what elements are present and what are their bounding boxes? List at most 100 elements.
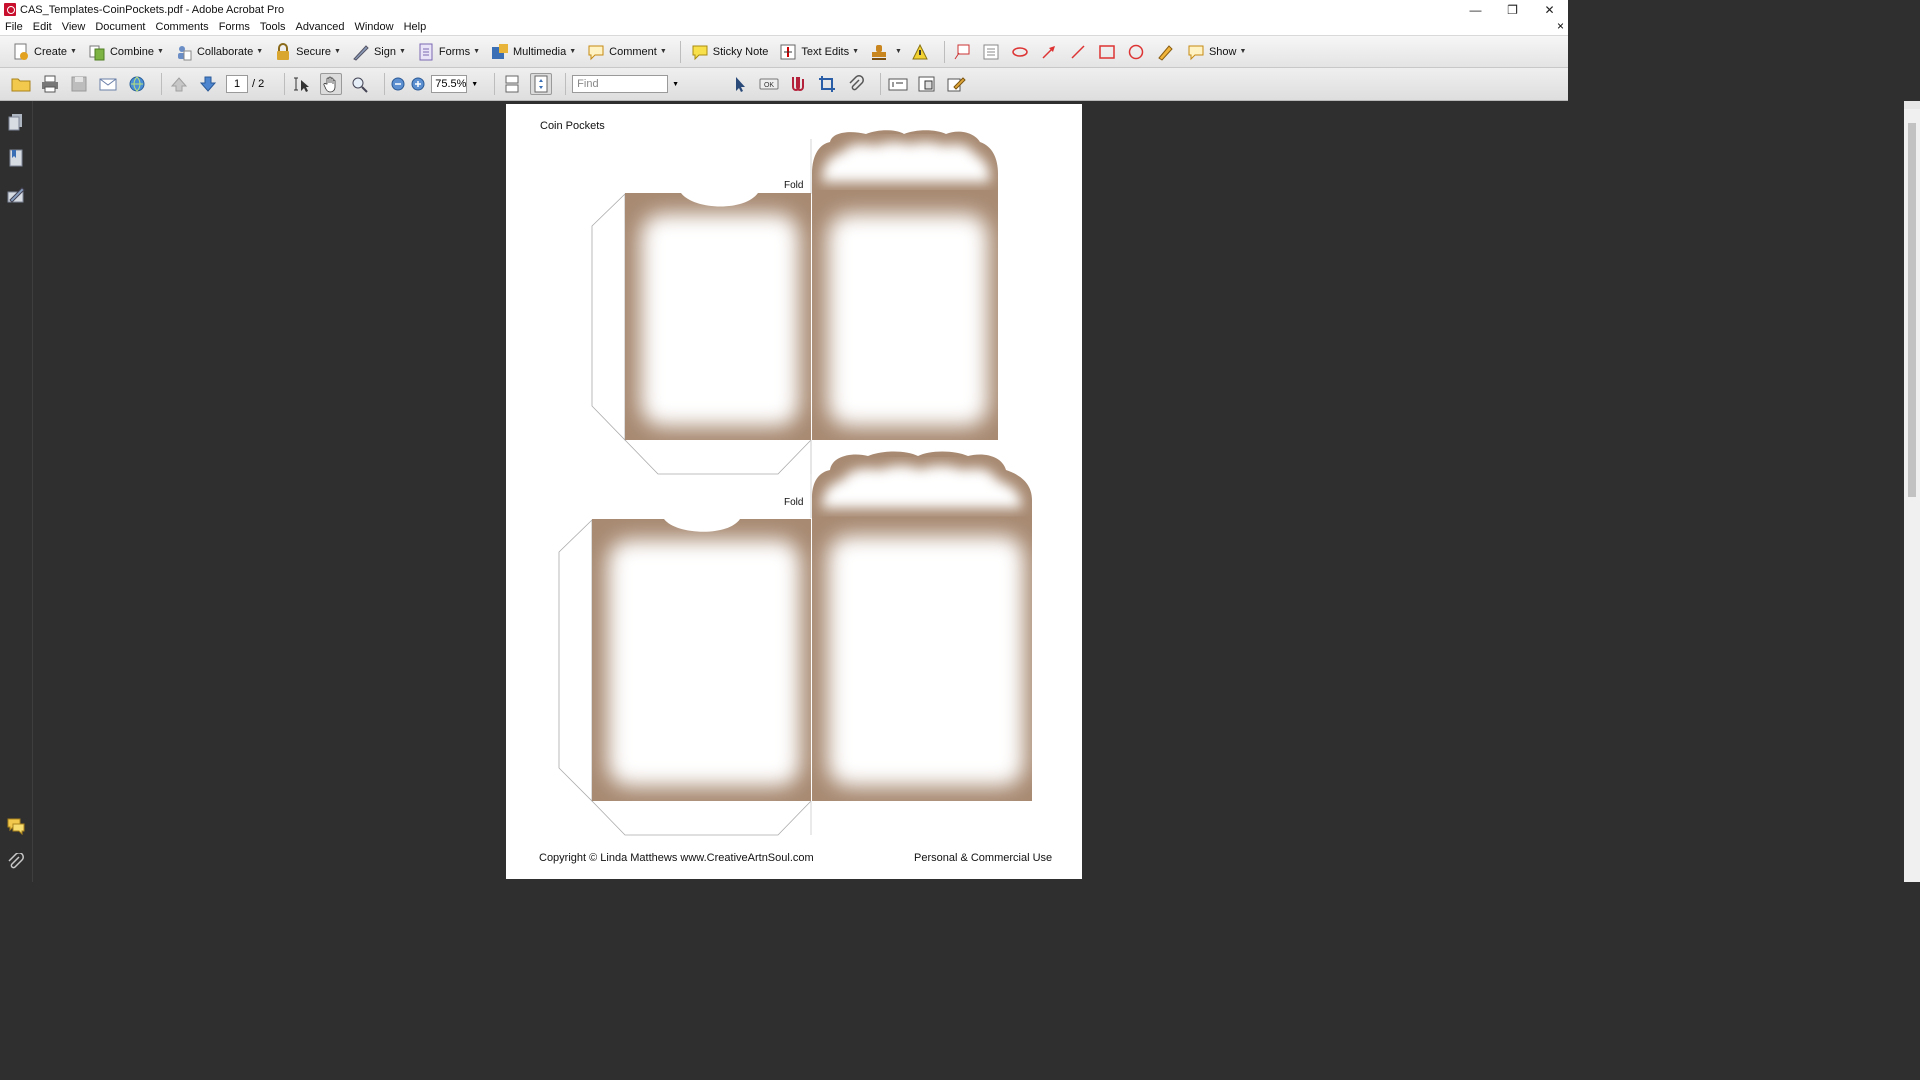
signatures-panel-button[interactable]: [7, 186, 25, 204]
fit-page-button[interactable]: [530, 73, 553, 95]
menu-forms[interactable]: Forms: [214, 21, 255, 33]
attachments-panel-button[interactable]: [7, 853, 25, 871]
comment-button[interactable]: Comment ▼: [583, 40, 671, 64]
zoom-in-button[interactable]: [411, 73, 425, 95]
cloud-tool-button[interactable]: [1009, 41, 1031, 63]
open-button[interactable]: [10, 73, 32, 95]
collaborate-icon: [175, 43, 193, 61]
show-label: Show: [1208, 45, 1237, 58]
pencil-tool-button[interactable]: [1154, 41, 1176, 63]
usage-footer: Personal & Commercial Use: [914, 852, 1053, 864]
sticky-note-button[interactable]: Sticky Note: [687, 40, 773, 64]
pencil-icon: [1158, 44, 1173, 61]
secure-button[interactable]: Secure ▼: [270, 40, 345, 64]
text-box-icon: [983, 44, 999, 59]
menu-tools[interactable]: Tools: [255, 21, 291, 33]
find-dropdown-chevron-icon[interactable]: ▼: [672, 81, 679, 88]
vertical-scrollbar[interactable]: [1904, 101, 1920, 882]
menu-window[interactable]: Window: [349, 21, 398, 33]
attach-file-comment-button[interactable]: [909, 41, 931, 63]
acrobat-app-icon: [4, 3, 16, 16]
svg-text:OK: OK: [764, 82, 774, 89]
rectangle-tool-button[interactable]: [1096, 41, 1118, 63]
toolbar-divider: [679, 40, 681, 63]
select-tool-button[interactable]: [291, 73, 313, 95]
menu-view[interactable]: View: [57, 21, 91, 33]
zoom-out-button[interactable]: [391, 73, 405, 95]
scrollbar-thumb[interactable]: [1908, 123, 1916, 497]
line-tool-button[interactable]: [1067, 41, 1089, 63]
show-button[interactable]: Show ▼: [1183, 40, 1250, 64]
button-tool-button[interactable]: OK: [758, 73, 780, 95]
find-input[interactable]: Find: [572, 75, 669, 93]
print-button[interactable]: [39, 73, 61, 95]
fold-label: Fold: [784, 180, 804, 191]
paperclip-icon: [8, 853, 24, 869]
save-button[interactable]: [68, 73, 90, 95]
previous-page-button[interactable]: [168, 73, 190, 95]
zoom-dropdown-chevron-icon[interactable]: ▼: [471, 81, 478, 88]
hand-tool-button[interactable]: [320, 73, 343, 95]
chevron-down-icon: ▼: [334, 48, 341, 55]
page-number-input[interactable]: 1: [226, 75, 248, 93]
oval-tool-button[interactable]: [1125, 41, 1147, 63]
menu-edit[interactable]: Edit: [28, 21, 57, 33]
bookmark-icon: [9, 149, 23, 167]
marquee-zoom-button[interactable]: [349, 73, 371, 95]
next-page-button[interactable]: [197, 73, 219, 95]
collaborate-button[interactable]: Collaborate ▼: [171, 40, 267, 64]
text-edits-icon: [779, 43, 797, 61]
menu-help[interactable]: Help: [399, 21, 432, 33]
email-button[interactable]: [97, 73, 119, 95]
multimedia-icon: [491, 43, 509, 61]
restore-button[interactable]: ❐: [1494, 0, 1531, 19]
menu-advanced[interactable]: Advanced: [291, 21, 350, 33]
scrolling-mode-button[interactable]: [501, 73, 523, 95]
multimedia-button[interactable]: Multimedia ▼: [487, 40, 580, 64]
arrow-tool-button[interactable]: [1038, 41, 1060, 63]
pages-panel-button[interactable]: [7, 113, 25, 131]
chevron-down-icon: ▼: [70, 48, 77, 55]
web-share-button[interactable]: [126, 73, 148, 95]
menu-comments[interactable]: Comments: [151, 21, 214, 33]
fold-label: Fold: [784, 497, 804, 508]
combine-label: Combine: [109, 45, 154, 58]
touchup-text-button[interactable]: [916, 73, 938, 95]
arrow-up-icon: [170, 77, 188, 92]
stamp-icon: [870, 43, 888, 61]
text-box-button[interactable]: [980, 41, 1002, 63]
chevron-down-icon: ▼: [569, 48, 577, 55]
object-select-tool-button[interactable]: [729, 73, 751, 95]
chevron-down-icon: ▼: [895, 48, 902, 55]
cloud-icon: [1012, 46, 1028, 57]
forms-button[interactable]: Forms ▼: [413, 40, 484, 64]
scroll-up-arrow[interactable]: [1904, 101, 1920, 109]
typewriter-icon: [888, 78, 908, 91]
menu-file[interactable]: File: [0, 21, 28, 33]
crop-tool-button[interactable]: [816, 73, 838, 95]
text-callout-button[interactable]: [951, 41, 973, 63]
create-button[interactable]: Create ▼: [8, 40, 81, 64]
minimize-button[interactable]: —: [1457, 0, 1494, 19]
combine-files-icon: [88, 43, 106, 61]
edit-document-button[interactable]: [945, 73, 967, 95]
attach-file-button[interactable]: [845, 73, 867, 95]
close-document-button[interactable]: ×: [1557, 19, 1564, 33]
comments-panel-button[interactable]: [7, 817, 25, 835]
create-label: Create: [34, 45, 68, 58]
link-tool-button[interactable]: [787, 73, 809, 95]
chevron-down-icon: ▼: [1239, 48, 1247, 55]
crop-icon: [819, 76, 836, 92]
combine-button[interactable]: Combine ▼: [84, 40, 168, 64]
zoom-in-icon: [411, 77, 425, 91]
text-edits-button[interactable]: Text Edits ▼: [775, 40, 863, 64]
sign-button[interactable]: Sign ▼: [348, 40, 410, 64]
typewriter-button[interactable]: [887, 73, 909, 95]
zoom-level-field[interactable]: 75.5%: [431, 75, 468, 93]
menu-document[interactable]: Document: [90, 21, 150, 33]
stamp-button[interactable]: ▼: [866, 40, 906, 64]
bookmarks-panel-button[interactable]: [7, 149, 25, 167]
zoom-magnifier-icon: [352, 77, 368, 93]
collaborate-label: Collaborate: [196, 45, 254, 58]
close-button[interactable]: ✕: [1531, 0, 1568, 19]
